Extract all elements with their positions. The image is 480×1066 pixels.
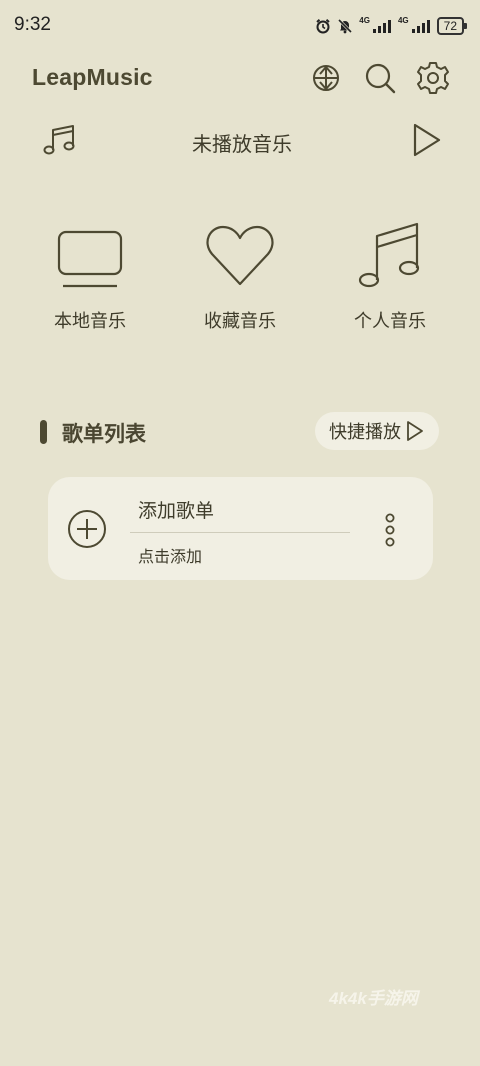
- search-button[interactable]: [362, 60, 398, 96]
- plus-circle-icon: [68, 510, 106, 548]
- swap-vertical-icon: [313, 65, 339, 91]
- network-type-2: 4G: [397, 15, 409, 25]
- more-options-button[interactable]: [382, 513, 398, 551]
- shortcut-favorite-music[interactable]: [175, 220, 305, 290]
- quick-play-button[interactable]: 快捷播放: [315, 412, 439, 450]
- add-playlist-button[interactable]: [67, 509, 107, 553]
- search-icon: [365, 63, 396, 94]
- play-button[interactable]: [410, 121, 444, 163]
- watermark: 4k4k手游网: [329, 989, 418, 1008]
- monitor-icon: [57, 230, 123, 288]
- mute-bell-icon: [338, 18, 353, 34]
- signal-icon-2: [411, 20, 430, 33]
- heart-icon: [206, 225, 274, 286]
- now-playing-cover[interactable]: [42, 122, 78, 162]
- shortcut-personal-music-label[interactable]: 个人音乐: [325, 307, 455, 333]
- playlist-section-title: 歌单列表: [62, 422, 146, 446]
- shortcut-local-music-label[interactable]: 本地音乐: [25, 307, 155, 333]
- swap-vertical-button[interactable]: [308, 60, 344, 96]
- add-playlist-subtitle: 点击添加: [138, 547, 203, 566]
- quick-play-label: 快捷播放: [329, 422, 401, 443]
- status-bar: 9:32 4G 4G 72: [0, 0, 480, 50]
- battery-indicator: 72: [436, 17, 468, 35]
- network-type-1: 4G: [359, 15, 370, 25]
- section-marker: [40, 420, 47, 444]
- status-time: 9:32: [14, 14, 51, 35]
- play-icon: [413, 123, 441, 157]
- shortcut-favorite-music-label[interactable]: 收藏音乐: [175, 307, 305, 333]
- add-playlist-card[interactable]: 添加歌单 点击添加: [48, 477, 433, 580]
- music-note-icon: [358, 222, 420, 288]
- app-title: LeapMusic: [32, 64, 153, 90]
- card-divider: [130, 532, 350, 533]
- status-icons: 4G 4G 72: [315, 15, 468, 36]
- music-note-icon: [43, 125, 75, 155]
- play-icon: [407, 421, 423, 441]
- add-playlist-title: 添加歌单: [138, 500, 215, 522]
- shortcut-local-music[interactable]: [25, 220, 155, 290]
- signal-icon-1: [372, 20, 391, 33]
- alarm-icon: [316, 19, 330, 34]
- shortcut-personal-music[interactable]: [325, 220, 455, 290]
- settings-button[interactable]: [415, 60, 451, 96]
- gear-icon: [417, 62, 449, 94]
- more-vertical-icon: [385, 513, 395, 547]
- now-playing-title[interactable]: 未播放音乐: [140, 128, 344, 157]
